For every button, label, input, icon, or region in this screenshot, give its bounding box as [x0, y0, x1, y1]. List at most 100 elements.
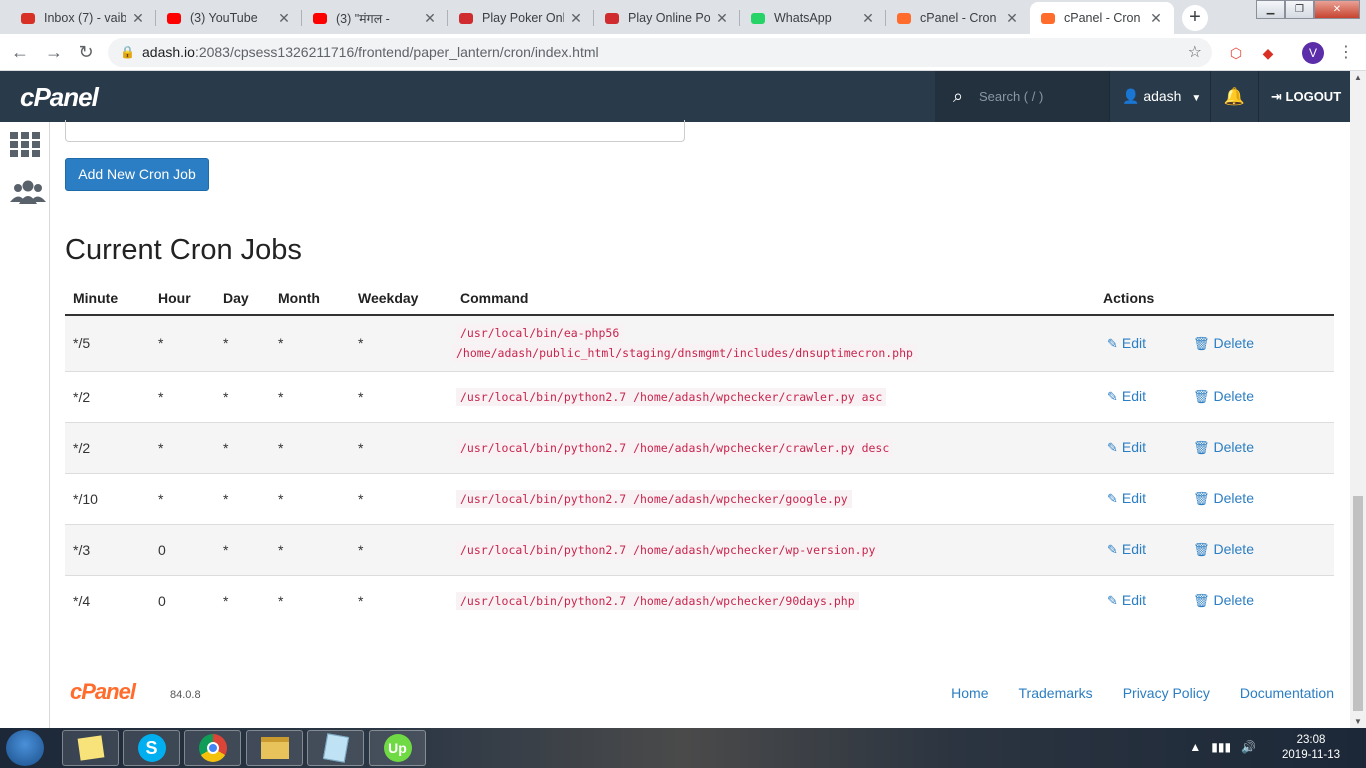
browser-tab[interactable]: Play Online Pok ✕	[594, 2, 740, 34]
cell-day: *	[215, 370, 270, 422]
notifications-bell-icon[interactable]: 🔔	[1210, 71, 1258, 122]
scroll-down-arrow-icon[interactable]: ▼	[1350, 717, 1366, 726]
browser-tab[interactable]: (3) "मंगल - ✕	[302, 2, 448, 34]
cell-day: *	[215, 472, 270, 524]
delete-link[interactable]: 🗑 Delete	[1193, 388, 1254, 404]
upwork-icon[interactable]: Up	[369, 730, 426, 766]
browser-tab[interactable]: (3) YouTube ✕	[156, 2, 302, 34]
tab-title: Play Poker Onli	[482, 11, 564, 25]
delete-label: Delete	[1213, 439, 1254, 455]
extension-icon[interactable]: ⬡	[1226, 43, 1246, 63]
sticky-notes-icon[interactable]	[62, 730, 119, 766]
tab-close-icon[interactable]: ✕	[276, 10, 292, 27]
delete-label: Delete	[1213, 541, 1254, 557]
delete-link[interactable]: 🗑 Delete	[1193, 335, 1254, 351]
tab-close-icon[interactable]: ✕	[1148, 10, 1164, 27]
footer-link-documentation[interactable]: Documentation	[1240, 685, 1334, 701]
browser-tab[interactable]: cPanel - Cron J ✕	[1030, 2, 1174, 34]
edit-label: Edit	[1121, 439, 1147, 455]
cron-job-row: */2 * * * */usr/local/bin/python2.7 /home/ad…	[65, 421, 1334, 473]
forward-icon[interactable]: →	[42, 40, 66, 64]
delete-link[interactable]: 🗑 Delete	[1193, 592, 1254, 608]
cell-month: *	[270, 370, 350, 422]
column-header-hour: Hour	[150, 282, 215, 316]
grid-apps-icon[interactable]	[10, 132, 42, 162]
add-new-cron-job-button[interactable]: Add New Cron Job	[65, 158, 209, 191]
scrollbar-thumb[interactable]	[1353, 496, 1363, 711]
cell-command: /usr/local/bin/python2.7 /home/adash/wpc…	[452, 370, 1095, 422]
edit-link[interactable]: ✎ Edit	[1107, 388, 1146, 404]
user-icon: 👤	[1122, 88, 1140, 104]
notepad-icon[interactable]	[307, 730, 364, 766]
browser-tab[interactable]: cPanel - Cron J ✕	[886, 2, 1030, 34]
delete-link[interactable]: 🗑 Delete	[1193, 490, 1254, 506]
tab-close-icon[interactable]: ✕	[568, 10, 584, 27]
footer-link-trademarks[interactable]: Trademarks	[1019, 685, 1093, 701]
edit-link[interactable]: ✎ Edit	[1107, 335, 1146, 351]
edit-link[interactable]: ✎ Edit	[1107, 592, 1146, 608]
cron-job-row: */10 * * * */usr/local/bin/python2.7 /home/a…	[65, 472, 1334, 524]
footer-link-home[interactable]: Home	[951, 685, 988, 701]
reload-icon[interactable]: ↻	[74, 40, 98, 64]
users-icon[interactable]	[10, 180, 46, 210]
bookmark-star-icon[interactable]: ☆	[1188, 38, 1202, 67]
back-icon[interactable]: ←	[8, 40, 32, 64]
minimize-button[interactable]: ▁	[1256, 0, 1285, 19]
footer-link-privacy-policy[interactable]: Privacy Policy	[1123, 685, 1210, 701]
tab-close-icon[interactable]: ✕	[1004, 10, 1020, 27]
cell-month: *	[270, 421, 350, 473]
table-header-row: Minute Hour Day Month Weekday Command Ac…	[65, 282, 1334, 316]
cell-day: *	[215, 574, 270, 626]
edit-link[interactable]: ✎ Edit	[1107, 541, 1146, 557]
file-explorer-icon[interactable]	[246, 730, 303, 766]
tab-close-icon[interactable]: ✕	[860, 10, 876, 27]
cell-minute: */2	[65, 370, 150, 422]
edit-link[interactable]: ✎ Edit	[1107, 439, 1146, 455]
cell-delete-action: 🗑 Delete	[1185, 574, 1334, 626]
cell-delete-action: 🗑 Delete	[1185, 314, 1334, 371]
delete-link[interactable]: 🗑 Delete	[1193, 541, 1254, 557]
cell-hour: *	[150, 370, 215, 422]
delete-label: Delete	[1213, 334, 1254, 351]
command-input[interactable]	[65, 120, 685, 142]
logout-button[interactable]: ⇥ LOGOUT	[1258, 71, 1350, 122]
column-header-actions: Actions	[1095, 282, 1334, 316]
poker-icon	[604, 10, 620, 26]
address-bar[interactable]: 🔒 adash.io:2083/cpsess1326211716/fronten…	[108, 38, 1212, 67]
skype-icon[interactable]: S	[123, 730, 180, 766]
profile-avatar[interactable]: V	[1302, 42, 1324, 64]
cron-job-row: */4 0 * * */usr/local/bin/python2.7 /home/ad…	[65, 574, 1334, 626]
browser-tab[interactable]: Inbox (7) - vaib ✕	[10, 2, 156, 34]
search-box[interactable]: ⌕ Search ( / )	[935, 71, 1109, 122]
window-close-button[interactable]: ✕	[1314, 0, 1360, 19]
logout-label: LOGOUT	[1285, 89, 1342, 104]
cell-edit-action: ✎ Edit	[1095, 574, 1185, 626]
system-clock[interactable]: 23:08 2019-11-13	[1282, 733, 1340, 763]
tab-close-icon[interactable]: ✕	[422, 10, 438, 27]
page-scrollbar[interactable]: ▲ ▼	[1350, 71, 1366, 728]
browser-tab[interactable]: WhatsApp ✕	[740, 2, 886, 34]
browser-tab[interactable]: Play Poker Onli ✕	[448, 2, 594, 34]
scroll-up-arrow-icon[interactable]: ▲	[1350, 73, 1366, 82]
tab-title: Inbox (7) - vaib	[44, 11, 126, 25]
extension-icon[interactable]: ◆	[1258, 43, 1278, 63]
delete-link[interactable]: 🗑 Delete	[1193, 439, 1254, 455]
system-tray-icons[interactable]: ▲ ▮▮▮ 🔊	[1189, 740, 1256, 754]
cell-edit-action: ✎ Edit	[1095, 370, 1185, 422]
chrome-icon[interactable]	[184, 730, 241, 766]
cell-delete-action: 🗑 Delete	[1185, 523, 1334, 575]
cpanel-logo[interactable]: cPanel	[20, 82, 99, 113]
edit-link[interactable]: ✎ Edit	[1107, 490, 1146, 506]
tab-close-icon[interactable]: ✕	[130, 10, 146, 27]
browser-menu-icon[interactable]: ⋮	[1338, 42, 1354, 62]
cell-command: /usr/local/bin/python2.7 /home/adash/wpc…	[452, 472, 1095, 524]
new-tab-button[interactable]: +	[1182, 5, 1208, 31]
maximize-button[interactable]: ❐	[1285, 0, 1314, 19]
windows-start-button[interactable]	[6, 730, 44, 766]
edit-label: Edit	[1121, 334, 1147, 351]
user-menu[interactable]: 👤 adash ▼	[1109, 71, 1210, 122]
clock-time: 23:08	[1296, 734, 1326, 746]
command-text: /usr/local/bin/python2.7 /home/adash/wpc…	[456, 489, 852, 508]
search-placeholder: Search ( / )	[979, 89, 1044, 104]
tab-close-icon[interactable]: ✕	[714, 10, 730, 27]
